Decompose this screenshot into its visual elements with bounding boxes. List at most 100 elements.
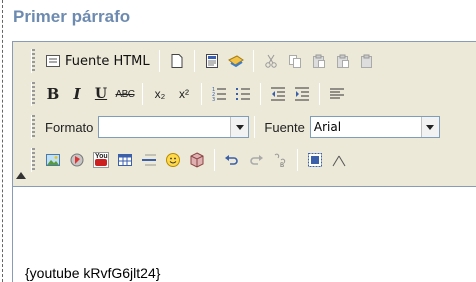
superscript-icon: x² bbox=[179, 87, 189, 101]
copy-button[interactable] bbox=[283, 49, 307, 73]
strikethrough-button[interactable]: ABC bbox=[113, 82, 137, 106]
indent-icon bbox=[294, 86, 310, 102]
format-select[interactable] bbox=[98, 116, 250, 138]
paste-text-icon bbox=[335, 53, 351, 69]
new-page-icon bbox=[169, 53, 185, 69]
special-char-button[interactable] bbox=[185, 148, 209, 172]
copy-icon bbox=[287, 53, 303, 69]
bold-icon: B bbox=[46, 85, 60, 103]
redo-icon bbox=[248, 152, 264, 168]
toolbar-separator bbox=[319, 83, 320, 105]
table-button[interactable] bbox=[113, 148, 137, 172]
preview-button[interactable] bbox=[200, 49, 224, 73]
toolbar-separator bbox=[254, 116, 256, 138]
special-char-icon bbox=[189, 152, 205, 168]
templates-button[interactable] bbox=[224, 49, 248, 73]
toolbar-grip[interactable] bbox=[31, 115, 35, 139]
source-html-label: Fuente HTML bbox=[65, 53, 150, 69]
svg-text:B: B bbox=[280, 162, 284, 168]
toolbar-grip[interactable] bbox=[31, 82, 35, 106]
format-label: Formato bbox=[45, 119, 94, 135]
horizontal-rule-icon bbox=[141, 152, 157, 168]
remove-format-button[interactable] bbox=[327, 148, 351, 172]
source-icon bbox=[45, 53, 61, 69]
templates-icon bbox=[227, 53, 244, 69]
paste-icon bbox=[311, 53, 327, 69]
toolbar-row-3: Formato Fuente Arial bbox=[31, 112, 440, 142]
editor-content-area[interactable]: {youtube kRvfG6jlt24} bbox=[13, 188, 476, 282]
smiley-button[interactable] bbox=[161, 148, 185, 172]
toolbar-row-2: B I U ABC x₂ x² 123 bbox=[31, 79, 349, 109]
subscript-button[interactable]: x₂ bbox=[148, 82, 172, 106]
dashed-guide bbox=[2, 0, 3, 282]
undo-button[interactable] bbox=[220, 148, 244, 172]
youtube-icon: You bbox=[93, 152, 109, 168]
undo-icon bbox=[224, 152, 240, 168]
select-all-button[interactable] bbox=[303, 148, 327, 172]
indent-button[interactable] bbox=[290, 82, 314, 106]
editor-paragraph: {youtube kRvfG6jlt24} bbox=[25, 265, 161, 281]
font-select-value: Arial bbox=[313, 120, 342, 134]
strikethrough-icon: ABC bbox=[115, 88, 135, 100]
cut-button[interactable] bbox=[259, 49, 283, 73]
image-icon bbox=[45, 152, 61, 168]
numbered-list-button[interactable]: 123 bbox=[207, 82, 231, 106]
align-left-button[interactable] bbox=[325, 82, 349, 106]
toolbar-separator bbox=[260, 83, 261, 105]
chevron-down-icon bbox=[235, 124, 244, 130]
bold-button[interactable]: B bbox=[41, 82, 65, 106]
paste-word-icon bbox=[359, 53, 375, 69]
select-all-icon bbox=[307, 152, 323, 168]
youtube-button[interactable]: You bbox=[89, 148, 113, 172]
table-icon bbox=[117, 152, 133, 168]
smiley-icon bbox=[165, 152, 181, 168]
new-page-button[interactable] bbox=[165, 49, 189, 73]
superscript-button[interactable]: x² bbox=[172, 82, 196, 106]
font-dropdown-arrow[interactable] bbox=[420, 117, 439, 137]
paste-button[interactable] bbox=[307, 49, 331, 73]
chevron-down-icon bbox=[426, 124, 435, 130]
toolbar-separator bbox=[297, 149, 298, 171]
format-select-value bbox=[99, 117, 230, 137]
cut-icon bbox=[263, 53, 279, 69]
flash-button[interactable] bbox=[65, 148, 89, 172]
italic-button[interactable]: I bbox=[65, 82, 89, 106]
numbered-list-icon: 123 bbox=[211, 86, 227, 103]
font-label: Fuente bbox=[264, 119, 305, 135]
bulleted-list-icon bbox=[235, 86, 251, 102]
toolbar-separator bbox=[193, 50, 195, 72]
toolbar-separator bbox=[252, 50, 254, 72]
toolbar-grip[interactable] bbox=[31, 49, 35, 73]
bulleted-list-button[interactable] bbox=[231, 82, 255, 106]
toolbar-separator bbox=[142, 83, 143, 105]
svg-text:3: 3 bbox=[212, 97, 215, 102]
remove-format-icon bbox=[331, 152, 347, 168]
format-dropdown-arrow[interactable] bbox=[230, 117, 249, 137]
flash-icon bbox=[69, 152, 85, 168]
underline-icon: U bbox=[94, 86, 108, 102]
rich-text-editor[interactable]: Fuente HTML B I U ABC x₂ x² 1 2 3 Format… bbox=[12, 41, 476, 282]
toolbar-separator bbox=[214, 149, 215, 171]
horizontal-rule-button[interactable] bbox=[137, 148, 161, 172]
toolbar-row-4: You B bbox=[31, 145, 351, 175]
toolbar-separator bbox=[201, 83, 202, 105]
toolbar-separator bbox=[158, 50, 160, 72]
image-button[interactable] bbox=[41, 148, 65, 172]
preview-icon bbox=[204, 53, 220, 69]
outdent-button[interactable] bbox=[266, 82, 290, 106]
align-left-icon bbox=[329, 86, 345, 102]
toolbar-grip[interactable] bbox=[31, 148, 35, 172]
font-select[interactable]: Arial bbox=[309, 116, 440, 138]
redo-button[interactable] bbox=[244, 148, 268, 172]
underline-button[interactable]: U bbox=[89, 82, 113, 106]
collapse-toolbar-icon[interactable] bbox=[16, 172, 26, 179]
source-html-button[interactable]: Fuente HTML bbox=[41, 49, 154, 73]
find-replace-icon: B bbox=[272, 152, 288, 169]
toolbar-row-1: Fuente HTML bbox=[31, 46, 379, 76]
find-replace-button[interactable]: B bbox=[268, 148, 292, 172]
subscript-icon: x₂ bbox=[154, 87, 166, 101]
outdent-icon bbox=[270, 86, 286, 102]
paste-text-button[interactable] bbox=[331, 49, 355, 73]
section-title: Primer párrafo bbox=[13, 7, 131, 26]
paste-word-button[interactable] bbox=[355, 49, 379, 73]
